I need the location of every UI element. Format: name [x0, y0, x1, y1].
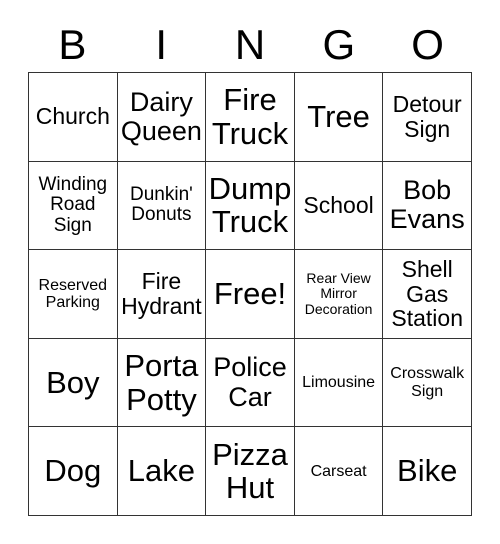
bingo-grid: Church Dairy Queen Fire Truck Tree Detou… — [28, 72, 472, 516]
header-letter-n: N — [234, 21, 266, 68]
bingo-cell[interactable]: Reserved Parking — [29, 250, 118, 339]
bingo-cell[interactable]: Pizza Hut — [206, 427, 295, 516]
bingo-cell-label: Police Car — [213, 352, 287, 412]
bingo-cell[interactable]: Fire Hydrant — [117, 250, 207, 339]
bingo-cell[interactable]: Church — [29, 73, 118, 162]
bingo-cell-label: Porta Potty — [124, 348, 199, 417]
bingo-cell[interactable]: Dog — [29, 427, 118, 516]
header-letter-o: O — [411, 21, 444, 68]
bingo-cell-label: Bike — [397, 453, 458, 489]
bingo-cell-label: Shell Gas Station — [391, 255, 463, 332]
bingo-cell-label: Carseat — [310, 462, 367, 480]
bingo-cell-label: Dunkin' Donuts — [130, 183, 193, 226]
bingo-cell-label: Boy — [46, 364, 100, 400]
bingo-cell[interactable]: Dairy Queen — [117, 73, 207, 162]
bingo-cell[interactable]: Boy — [29, 338, 118, 428]
bingo-cell-label: Lake — [127, 453, 195, 489]
bingo-cell[interactable]: Carseat — [294, 427, 384, 516]
bingo-cell-label: Rear View Mirror Decoration — [304, 270, 373, 317]
bingo-cell[interactable]: Detour Sign — [383, 73, 472, 162]
bingo-cell-label: Dog — [44, 453, 102, 489]
bingo-cell[interactable]: Crosswalk Sign — [383, 338, 472, 428]
header-letter-b: B — [58, 21, 87, 68]
bingo-cell[interactable]: Bob Evans — [383, 161, 472, 251]
header-letter-g: G — [322, 21, 356, 68]
bingo-cell[interactable]: Porta Potty — [117, 338, 207, 428]
bingo-cell[interactable]: Police Car — [206, 338, 295, 428]
bingo-cell-label: School — [303, 191, 374, 218]
bingo-cell-label: Detour Sign — [392, 90, 462, 142]
bingo-cell-label: Reserved Parking — [38, 276, 108, 311]
bingo-cell[interactable]: Lake — [117, 427, 207, 516]
bingo-cell-label: Dairy Queen — [120, 86, 202, 146]
bingo-cell[interactable]: Tree — [294, 73, 384, 162]
bingo-cell[interactable]: Shell Gas Station — [383, 250, 472, 339]
bingo-header: B I N G O — [28, 18, 472, 72]
bingo-cell-label: Winding Road Sign — [38, 173, 108, 236]
bingo-cell-label: Fire Hydrant — [121, 268, 202, 319]
bingo-cell[interactable]: Winding Road Sign — [29, 161, 118, 251]
bingo-cell-label: Pizza Hut — [212, 436, 288, 506]
bingo-card: B I N G O Church Dairy Queen Fire Truck … — [28, 18, 472, 516]
bingo-cell[interactable]: Dump Truck — [206, 161, 295, 251]
bingo-cell-label: Tree — [307, 99, 370, 135]
header-letter-i: I — [155, 21, 168, 68]
bingo-cell-label: Crosswalk Sign — [390, 365, 465, 400]
bingo-cell-label: Free! — [213, 276, 287, 312]
bingo-cell-label: Dump Truck — [208, 170, 292, 240]
bingo-cell-label: Bob Evans — [389, 175, 465, 235]
bingo-cell[interactable]: Rear View Mirror Decoration — [294, 250, 384, 339]
bingo-cell-label: Fire Truck — [211, 82, 289, 151]
bingo-cell[interactable]: Bike — [383, 427, 472, 516]
bingo-cell-free[interactable]: Free! — [206, 250, 295, 339]
bingo-cell[interactable]: School — [294, 161, 384, 251]
bingo-cell-label: Church — [35, 103, 110, 130]
bingo-cell[interactable]: Dunkin' Donuts — [117, 161, 207, 251]
bingo-cell-label: Limousine — [302, 373, 376, 391]
bingo-cell[interactable]: Limousine — [294, 338, 384, 428]
bingo-cell[interactable]: Fire Truck — [206, 73, 295, 162]
